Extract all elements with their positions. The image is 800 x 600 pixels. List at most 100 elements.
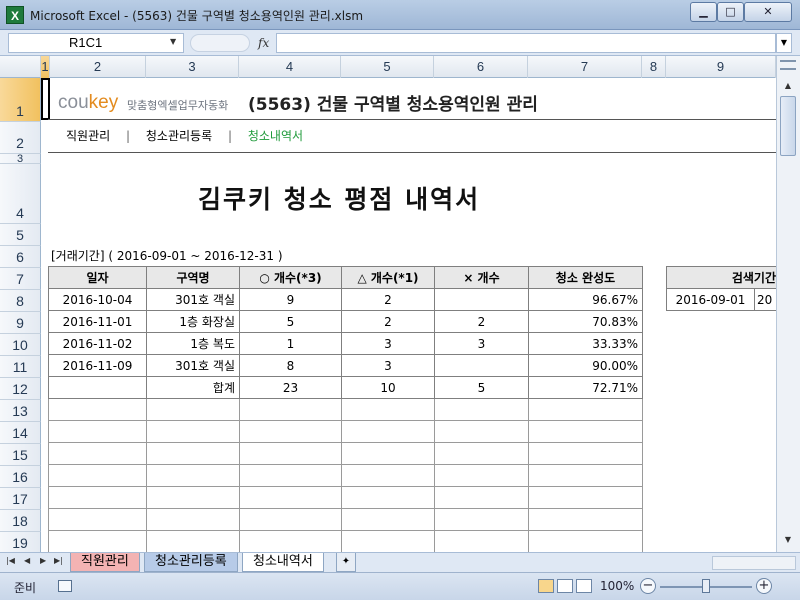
empty-cell[interactable] xyxy=(48,398,147,421)
cell-triangle[interactable]: 3 xyxy=(341,332,435,355)
cell-date[interactable]: 2016-11-01 xyxy=(48,310,147,333)
empty-cell[interactable] xyxy=(434,398,529,421)
empty-cell[interactable] xyxy=(341,464,435,487)
normal-view-button[interactable] xyxy=(538,579,554,593)
empty-cell[interactable] xyxy=(146,398,240,421)
row-header[interactable]: 19 xyxy=(0,532,41,552)
empty-cell[interactable] xyxy=(239,486,342,509)
cell-x[interactable] xyxy=(434,354,529,377)
empty-cell[interactable] xyxy=(528,530,643,553)
empty-cell[interactable] xyxy=(528,508,643,531)
column-header[interactable]: 5 xyxy=(341,56,434,78)
cell-circle[interactable]: 1 xyxy=(239,332,342,355)
insert-sheet-icon[interactable]: ✦ xyxy=(336,553,356,572)
cell-x[interactable]: 2 xyxy=(434,310,529,333)
empty-cell[interactable] xyxy=(48,464,147,487)
first-sheet-icon[interactable]: |◀ xyxy=(6,556,15,565)
empty-cell[interactable] xyxy=(528,420,643,443)
empty-cell[interactable] xyxy=(341,508,435,531)
row-header[interactable]: 2 xyxy=(0,122,41,154)
total-label[interactable]: 합계 xyxy=(146,376,240,399)
row-header[interactable]: 18 xyxy=(0,510,41,532)
empty-cell[interactable] xyxy=(434,464,529,487)
zoom-in-button[interactable]: + xyxy=(756,578,772,594)
empty-cell[interactable] xyxy=(239,442,342,465)
column-header[interactable]: 1 xyxy=(41,56,50,78)
empty-cell[interactable] xyxy=(434,442,529,465)
row-header[interactable]: 14 xyxy=(0,422,41,444)
select-all-corner[interactable] xyxy=(0,56,41,78)
empty-cell[interactable] xyxy=(239,530,342,553)
column-header[interactable]: 2 xyxy=(50,56,146,78)
column-header-zone[interactable]: 구역명 xyxy=(146,266,240,289)
formula-input[interactable] xyxy=(276,33,776,53)
split-handle[interactable] xyxy=(780,60,796,70)
last-sheet-icon[interactable]: ▶| xyxy=(54,556,63,565)
row-header[interactable]: 12 xyxy=(0,378,41,400)
empty-cell[interactable] xyxy=(239,508,342,531)
column-header[interactable]: 4 xyxy=(239,56,341,78)
row-header[interactable]: 1 xyxy=(0,78,41,122)
active-cell[interactable] xyxy=(41,78,50,120)
row-header[interactable]: 13 xyxy=(0,400,41,422)
empty-cell[interactable] xyxy=(239,398,342,421)
zoom-level[interactable]: 100% xyxy=(600,579,634,593)
empty-cell[interactable] xyxy=(146,442,240,465)
empty-cell[interactable] xyxy=(48,486,147,509)
search-to-date[interactable]: 20 xyxy=(754,288,777,311)
row-header[interactable]: 17 xyxy=(0,488,41,510)
cell-date[interactable]: 2016-10-04 xyxy=(48,288,147,311)
nav-link-cleaning-register[interactable]: 청소관리등록 xyxy=(146,129,212,143)
column-header[interactable]: 6 xyxy=(434,56,528,78)
nav-link-cleaning-report[interactable]: 청소내역서 xyxy=(248,129,303,143)
page-break-view-button[interactable] xyxy=(576,579,592,593)
row-header[interactable]: 5 xyxy=(0,224,41,246)
excel-app-icon[interactable]: X xyxy=(6,6,24,24)
empty-cell[interactable] xyxy=(341,398,435,421)
cell-circle[interactable]: 9 xyxy=(239,288,342,311)
cell-zone[interactable]: 301호 객실 xyxy=(146,288,240,311)
cell-completion[interactable]: 90.00% xyxy=(528,354,643,377)
empty-cell[interactable] xyxy=(146,420,240,443)
empty-cell[interactable] xyxy=(434,530,529,553)
empty-cell[interactable] xyxy=(528,398,643,421)
sheet-tab-cleaning-report[interactable]: 청소내역서 xyxy=(242,553,324,572)
close-button[interactable]: ✕ xyxy=(744,2,792,22)
total-x[interactable]: 5 xyxy=(434,376,529,399)
empty-cell[interactable] xyxy=(434,486,529,509)
empty-cell[interactable] xyxy=(239,464,342,487)
row-header[interactable]: 4 xyxy=(0,164,41,224)
page-layout-view-button[interactable] xyxy=(557,579,573,593)
cell-x[interactable] xyxy=(434,288,529,311)
row-header[interactable]: 9 xyxy=(0,312,41,334)
row-header[interactable]: 11 xyxy=(0,356,41,378)
row-header[interactable]: 8 xyxy=(0,290,41,312)
cell-completion[interactable]: 33.33% xyxy=(528,332,643,355)
horizontal-scrollbar[interactable] xyxy=(712,556,796,570)
column-header-circle-count[interactable]: ○ 개수(*3) xyxy=(239,266,342,289)
empty-cell[interactable] xyxy=(146,508,240,531)
row-header[interactable]: 15 xyxy=(0,444,41,466)
name-box[interactable]: R1C1 xyxy=(8,33,184,53)
empty-cell[interactable] xyxy=(341,530,435,553)
column-header-completion[interactable]: 청소 완성도 xyxy=(528,266,643,289)
next-sheet-icon[interactable]: ▶ xyxy=(40,556,46,565)
total-triangle[interactable]: 10 xyxy=(341,376,435,399)
row-header[interactable]: 10 xyxy=(0,334,41,356)
cell-triangle[interactable]: 2 xyxy=(341,288,435,311)
empty-cell[interactable] xyxy=(528,442,643,465)
prev-sheet-icon[interactable]: ◀ xyxy=(24,556,30,565)
empty-cell[interactable] xyxy=(146,486,240,509)
cell-zone[interactable]: 1층 화장실 xyxy=(146,310,240,333)
scroll-down-arrow-icon[interactable]: ▼ xyxy=(780,532,796,548)
empty-cell[interactable] xyxy=(341,486,435,509)
empty-cell[interactable] xyxy=(239,420,342,443)
row-header[interactable]: 6 xyxy=(0,246,41,268)
column-header-x-count[interactable]: × 개수 xyxy=(434,266,529,289)
cell-date[interactable]: 2016-11-09 xyxy=(48,354,147,377)
column-header[interactable]: 9 xyxy=(666,56,776,78)
cell-triangle[interactable]: 2 xyxy=(341,310,435,333)
empty-cell[interactable] xyxy=(48,530,147,553)
empty-cell[interactable] xyxy=(48,420,147,443)
empty-cell[interactable] xyxy=(434,420,529,443)
